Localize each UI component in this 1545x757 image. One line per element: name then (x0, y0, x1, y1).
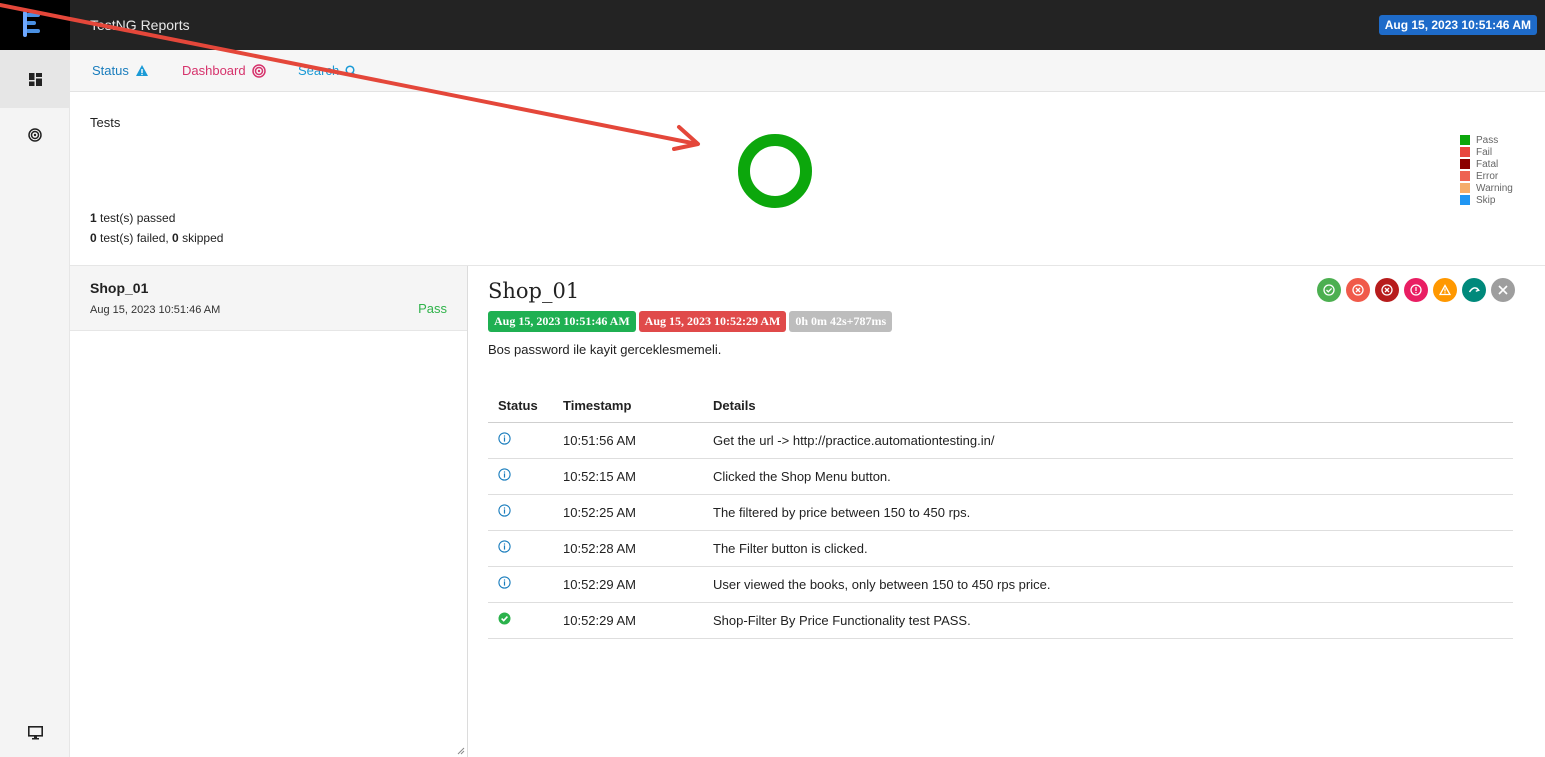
annotation-arrow (0, 3, 700, 151)
